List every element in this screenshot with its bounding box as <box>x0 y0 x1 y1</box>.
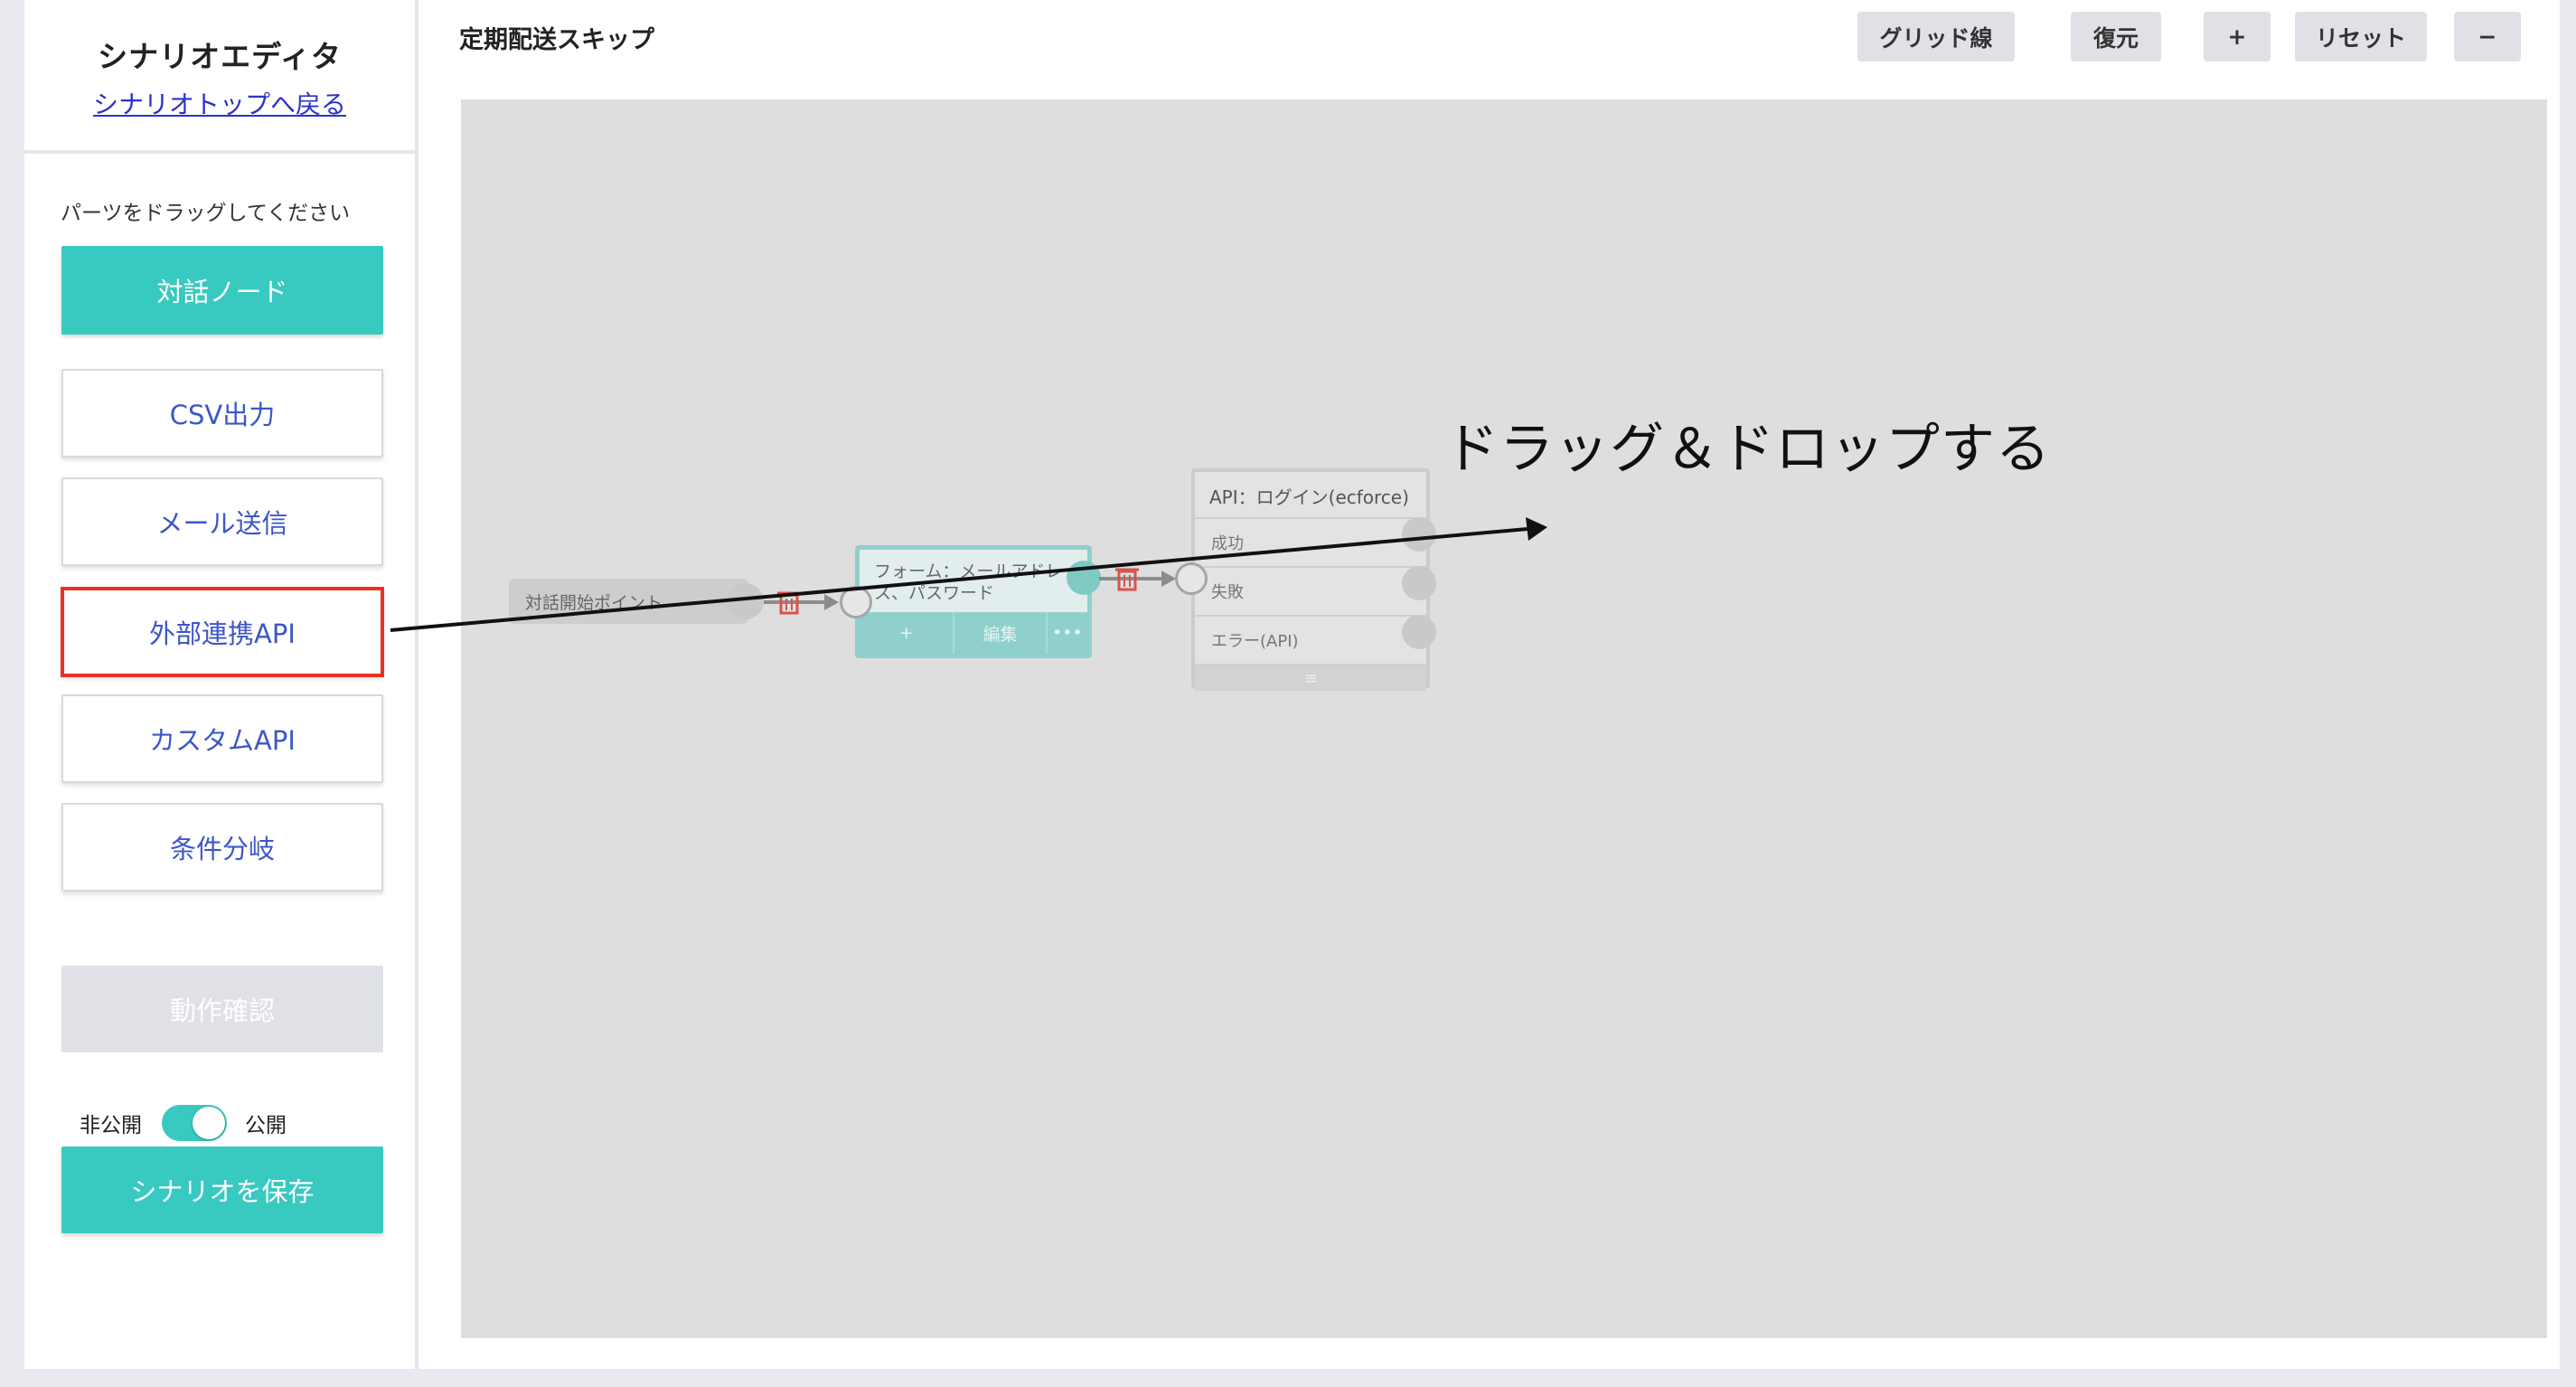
connector-form-to-api <box>1099 571 1176 587</box>
drag-arrow <box>390 517 1547 632</box>
drag-drop-annotation: ドラッグ＆ドロップする <box>1444 418 2051 481</box>
canvas-overlay <box>390 517 1547 632</box>
